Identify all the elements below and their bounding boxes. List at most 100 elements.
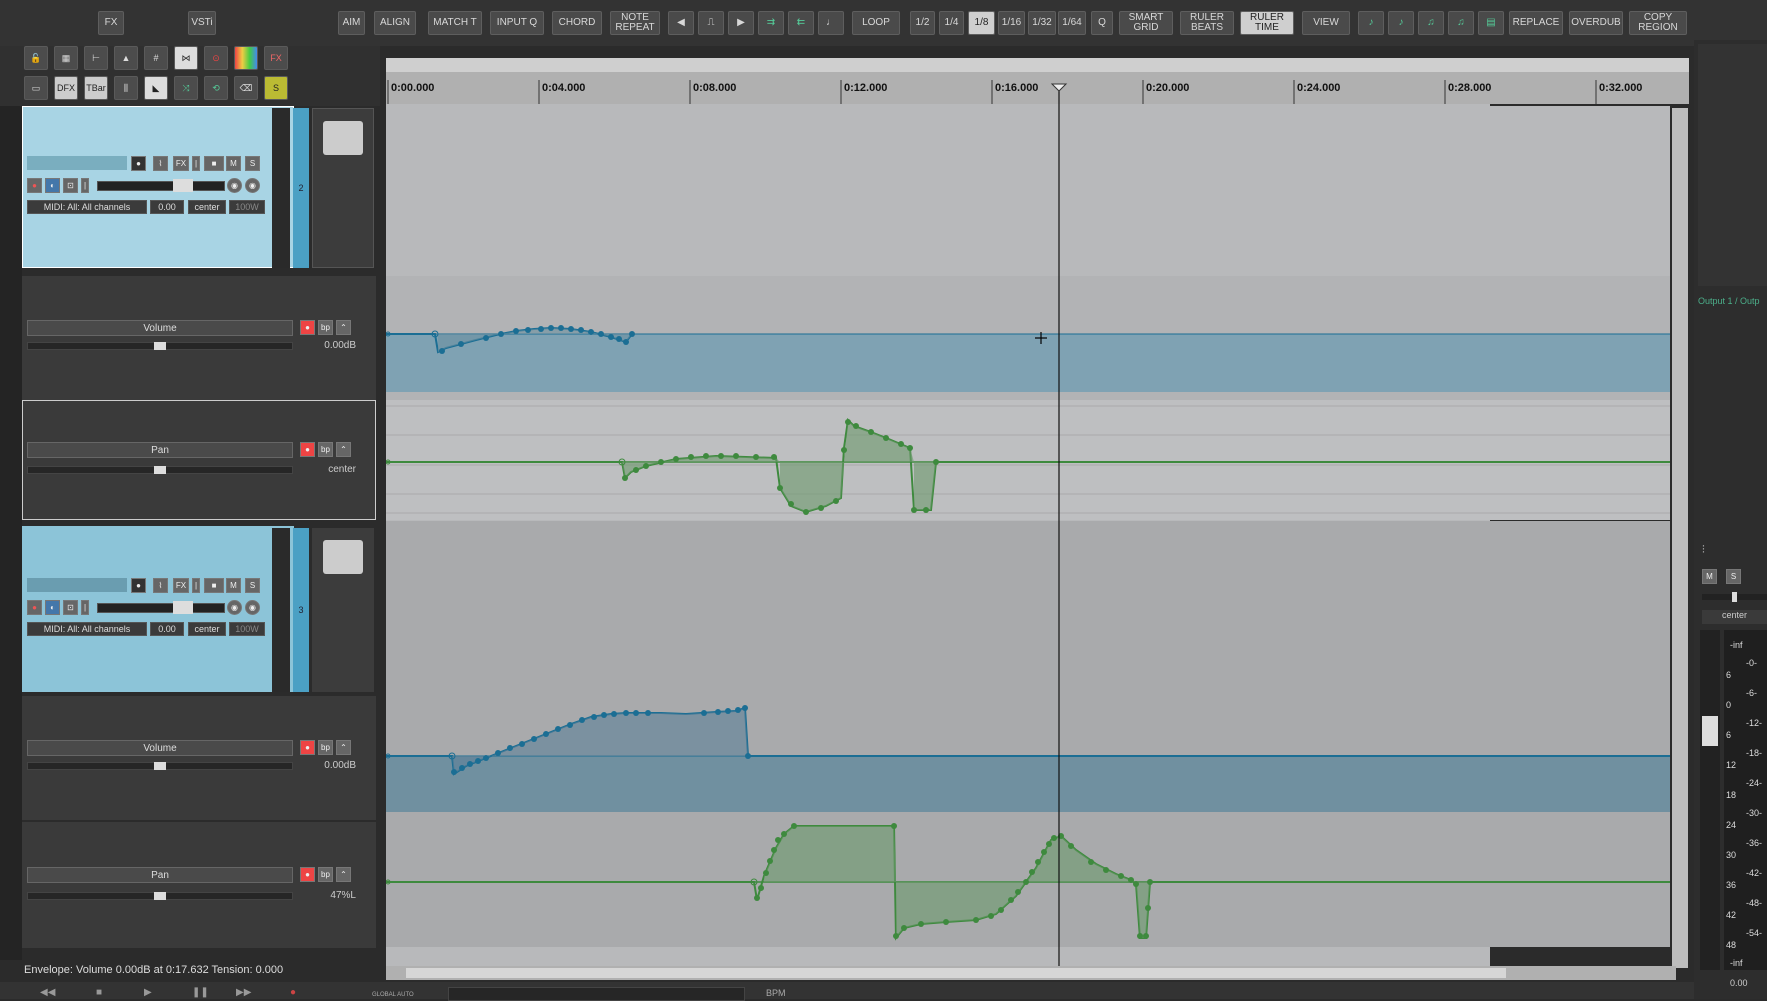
- track-2-width-knob[interactable]: ◉: [245, 178, 260, 193]
- track-3-monitor-icon[interactable]: ◐: [45, 600, 60, 615]
- track-3-fx-button[interactable]: FX: [173, 578, 189, 593]
- ruler-time-button[interactable]: RULER TIME: [1240, 11, 1294, 35]
- track-3-pan-env-slider[interactable]: [27, 892, 293, 900]
- ruler-beats-button[interactable]: RULER BEATS: [1180, 11, 1234, 35]
- scrollbar-thumb[interactable]: [406, 968, 1506, 978]
- slider-thumb[interactable]: [173, 601, 193, 614]
- aim-button[interactable]: AIM: [338, 11, 365, 35]
- color-icon[interactable]: [234, 46, 258, 70]
- folder-icon[interactable]: ▭: [24, 76, 48, 100]
- quantize-button[interactable]: Q: [1091, 11, 1113, 35]
- match-t-button[interactable]: MATCH T: [428, 11, 482, 35]
- track-3-midi-input[interactable]: MIDI: All: All channels: [27, 622, 147, 636]
- track-3-volume-env-label[interactable]: Volume: [27, 740, 293, 756]
- track-2-env-button[interactable]: ⌇: [153, 156, 168, 171]
- transport-pause-icon[interactable]: ❚❚: [192, 987, 209, 998]
- track-3-vu-icon[interactable]: [312, 528, 374, 692]
- track-2-folder-strip[interactable]: 2: [293, 108, 309, 268]
- note-icon[interactable]: ♩: [818, 11, 844, 35]
- note-shift-down-icon[interactable]: ♫: [1448, 11, 1474, 35]
- track-3-pan-value[interactable]: center: [188, 622, 226, 636]
- fx-bypass-icon[interactable]: FX: [264, 46, 288, 70]
- track-2-vu-icon[interactable]: [312, 108, 374, 268]
- track-2-pan-env-label[interactable]: Pan: [27, 442, 293, 458]
- transport-rewind-icon[interactable]: ◀◀: [40, 987, 55, 998]
- track-2-fx-button[interactable]: FX: [173, 156, 189, 171]
- chord-button[interactable]: CHORD: [552, 11, 602, 35]
- piano-roll-icon[interactable]: ▤: [1478, 11, 1504, 35]
- tbar-button[interactable]: TBar: [84, 76, 108, 100]
- track-3-pan-bp-button[interactable]: bp: [318, 867, 333, 882]
- track-3-folder-strip[interactable]: 3: [293, 528, 309, 692]
- track-3-mute-button[interactable]: M: [226, 578, 241, 593]
- track-2-monitor-icon[interactable]: ◐: [45, 178, 60, 193]
- shuffle-icon[interactable]: ⤨: [174, 76, 198, 100]
- replace-button[interactable]: REPLACE: [1509, 11, 1563, 35]
- erase-icon[interactable]: ⌫: [234, 76, 258, 100]
- slider-thumb[interactable]: [154, 342, 166, 350]
- track-3-volume-value[interactable]: 0.00: [150, 622, 184, 636]
- loop-button[interactable]: LOOP: [852, 11, 900, 35]
- overdub-button[interactable]: OVERDUB: [1569, 11, 1623, 35]
- track-2-pan-arm-button[interactable]: ●: [300, 442, 315, 457]
- track-2-solo-button[interactable]: S: [245, 156, 260, 171]
- grid-16-button[interactable]: 1/16: [998, 11, 1025, 35]
- mixer-settings-icon[interactable]: ⫶: [1702, 544, 1705, 557]
- track-3-volume-env-slider[interactable]: [27, 762, 293, 770]
- track-2-mute-button[interactable]: M: [226, 156, 241, 171]
- track-3-input-icon[interactable]: |: [81, 600, 89, 615]
- step-icon[interactable]: ⎍: [698, 11, 724, 35]
- track-2-volume-env-label[interactable]: Volume: [27, 320, 293, 336]
- transport-bpm-label[interactable]: BPM: [766, 988, 786, 998]
- transport-record-icon[interactable]: ●: [290, 987, 296, 998]
- track-3-pan-hide-button[interactable]: ⌃: [336, 867, 351, 882]
- note-shift-up-icon[interactable]: ♫: [1418, 11, 1444, 35]
- grid-view-icon[interactable]: ▦: [54, 46, 78, 70]
- track-3-phase-button[interactable]: ■: [204, 578, 224, 593]
- play-icon[interactable]: ▶: [728, 11, 754, 35]
- vertical-scrollbar[interactable]: [1672, 108, 1688, 968]
- track-2-name-field[interactable]: [27, 156, 127, 170]
- track-3-pan-env-label[interactable]: Pan: [27, 867, 293, 883]
- smart-grid-button[interactable]: SMART GRID: [1119, 11, 1173, 35]
- track-2-pan-knob[interactable]: ◉: [227, 178, 242, 193]
- note-repeat-button[interactable]: NOTE REPEAT: [610, 11, 660, 35]
- track-2-io-button[interactable]: |: [192, 156, 200, 171]
- track-2-pan-env-slider[interactable]: [27, 466, 293, 474]
- track-2-volume-arm-button[interactable]: ●: [300, 320, 315, 335]
- track-2-volume-bp-button[interactable]: bp: [318, 320, 333, 335]
- track-3-solo-button[interactable]: S: [245, 578, 260, 593]
- transport-global-auto[interactable]: GLOBAL AUTO: [372, 992, 414, 998]
- track-3-volume-arm-button[interactable]: ●: [300, 740, 315, 755]
- track-3-mode-icon[interactable]: ⊡: [63, 600, 78, 615]
- track-2-record-arm-button[interactable]: ●: [131, 156, 146, 171]
- grid-64-button[interactable]: 1/64: [1058, 11, 1086, 35]
- fx-button[interactable]: FX: [98, 11, 124, 35]
- slider-thumb[interactable]: [173, 179, 193, 192]
- transport-play-icon[interactable]: ▶: [144, 987, 152, 998]
- track-2-volume-slider[interactable]: [97, 179, 225, 192]
- note-up-icon[interactable]: ♪: [1358, 11, 1384, 35]
- track-2-pan-hide-button[interactable]: ⌃: [336, 442, 351, 457]
- dfx-button[interactable]: DFX: [54, 76, 78, 100]
- track-3-env-button[interactable]: ⌇: [153, 578, 168, 593]
- track-3-volume-bp-button[interactable]: bp: [318, 740, 333, 755]
- track-2-input-icon[interactable]: |: [81, 178, 89, 193]
- align-button[interactable]: ALIGN: [374, 11, 416, 35]
- track-3-io-button[interactable]: |: [192, 578, 200, 593]
- mixer-mute-button[interactable]: M: [1702, 569, 1717, 584]
- lock-icon[interactable]: 🔓: [24, 46, 48, 70]
- record-mode-icon[interactable]: ⊙: [204, 46, 228, 70]
- input-q-button[interactable]: INPUT Q: [490, 11, 544, 35]
- track-3-volume-hide-button[interactable]: ⌃: [336, 740, 351, 755]
- track-2-pan-value[interactable]: center: [188, 200, 226, 214]
- snap-grid-icon[interactable]: #: [144, 46, 168, 70]
- vsti-button[interactable]: VSTi: [188, 11, 216, 35]
- slider-thumb[interactable]: [154, 466, 166, 474]
- solo-tool-button[interactable]: S: [264, 76, 288, 100]
- slider-thumb[interactable]: [154, 892, 166, 900]
- grid-eighth-button[interactable]: 1/8: [968, 11, 995, 35]
- mixer-solo-button[interactable]: S: [1726, 569, 1741, 584]
- track-2-midi-input[interactable]: MIDI: All: All channels: [27, 200, 147, 214]
- horizontal-scrollbar[interactable]: [386, 966, 1676, 980]
